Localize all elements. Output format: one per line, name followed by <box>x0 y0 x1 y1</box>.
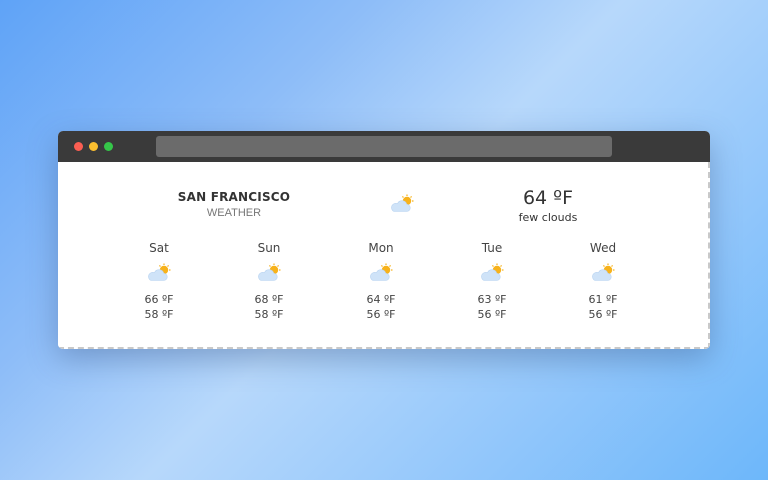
high-temperature: 61 ºF <box>588 293 618 306</box>
city-name: SAN FRANCISCO <box>177 190 291 204</box>
partly-cloudy-icon <box>148 263 171 281</box>
forecast-day: Sat 66 ºF 58 ºF <box>119 241 199 322</box>
forecast-day: Wed 61 ºF 56 ºF <box>563 241 643 322</box>
weather-label: WEATHER <box>206 207 262 219</box>
high-temperature: 63 ºF <box>477 293 507 306</box>
partly-cloudy-icon <box>258 263 281 281</box>
title-bar <box>58 131 710 162</box>
low-temperature: 56 ºF <box>588 308 618 321</box>
maximize-button[interactable] <box>104 142 113 151</box>
partly-cloudy-icon <box>592 263 615 281</box>
partly-cloudy-icon <box>481 263 504 281</box>
high-temperature: 64 ºF <box>366 293 396 306</box>
current-temperature: 64 ºF <box>522 187 574 209</box>
day-label: Tue <box>481 241 503 255</box>
day-label: Sun <box>257 241 281 255</box>
low-temperature: 58 ºF <box>144 308 174 321</box>
close-button[interactable] <box>74 142 83 151</box>
forecast-day: Sun 68 ºF 58 ºF <box>229 241 309 322</box>
day-label: Wed <box>589 241 617 255</box>
current-description: few clouds <box>518 211 578 224</box>
partly-cloudy-icon <box>370 263 393 281</box>
high-temperature: 68 ºF <box>254 293 284 306</box>
day-label: Sat <box>149 241 169 255</box>
day-label: Mon <box>368 241 394 255</box>
forecast-day: Mon 64 ºF 56 ºF <box>341 241 421 322</box>
partly-cloudy-icon <box>391 194 414 212</box>
address-bar[interactable] <box>156 136 612 157</box>
browser-window: SAN FRANCISCO WEATHER 64 ºF few clouds S… <box>58 131 710 349</box>
weather-widget: SAN FRANCISCO WEATHER 64 ºF few clouds S… <box>58 162 710 349</box>
low-temperature: 56 ºF <box>477 308 507 321</box>
low-temperature: 58 ºF <box>254 308 284 321</box>
forecast-day: Tue 63 ºF 56 ºF <box>452 241 532 322</box>
minimize-button[interactable] <box>89 142 98 151</box>
high-temperature: 66 ºF <box>144 293 174 306</box>
location-header: SAN FRANCISCO WEATHER <box>154 190 314 220</box>
low-temperature: 56 ºF <box>366 308 396 321</box>
